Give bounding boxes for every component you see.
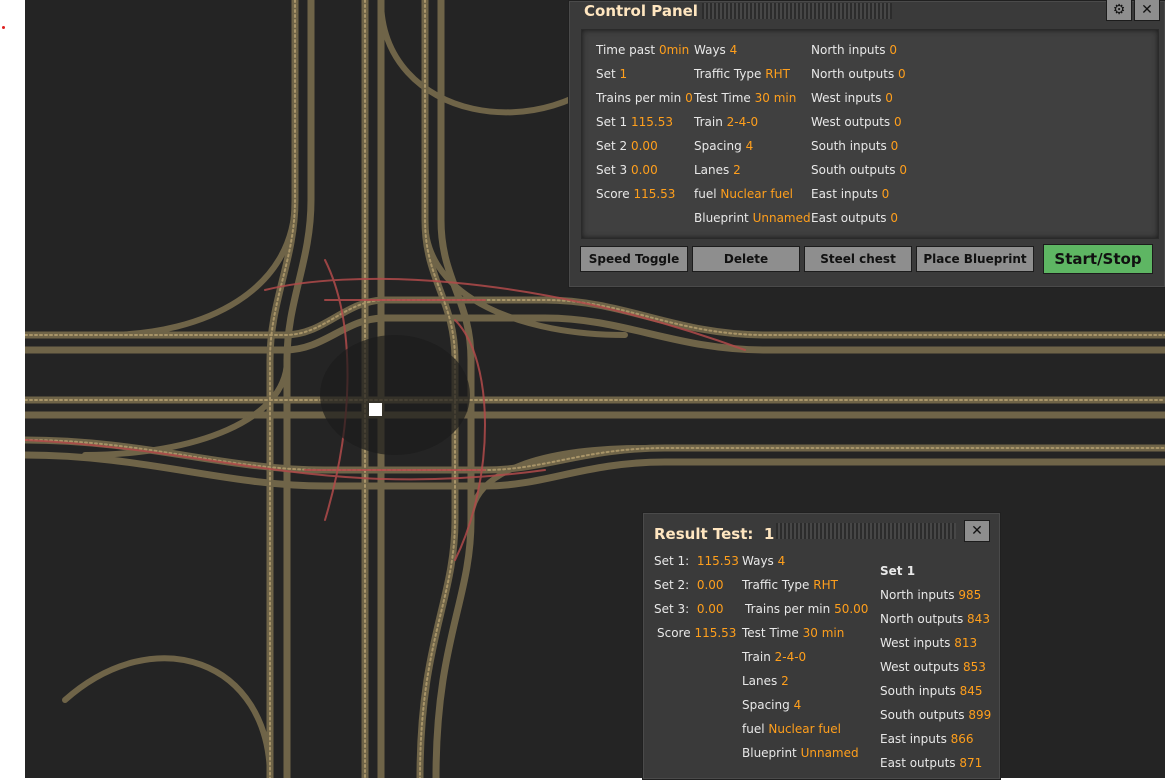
- stat-north-inputs: North inputs 0: [811, 43, 897, 57]
- control-panel: Control Panel ⚙ ✕ Time past 0min Set 1 T…: [568, 0, 1165, 288]
- stat-fuel: fuel Nuclear fuel: [694, 187, 793, 201]
- result-south-outputs: South outputs 899: [880, 708, 992, 722]
- result-spacing: Spacing 4: [742, 698, 802, 712]
- control-panel-title: Control Panel: [584, 2, 698, 20]
- stat-traffic-type: Traffic Type RHT: [694, 67, 790, 81]
- drag-handle[interactable]: [702, 3, 892, 19]
- red-marker-dot: [2, 26, 5, 29]
- result-west-outputs: West outputs 853: [880, 660, 986, 674]
- steel-chest-button[interactable]: Steel chest: [804, 246, 912, 272]
- stat-west-inputs: West inputs 0: [811, 91, 893, 105]
- result-set-1: Set 1: 115.53: [654, 554, 739, 568]
- stat-set-3: Set 3 0.00: [596, 163, 658, 177]
- stat-west-outputs: West outputs 0: [811, 115, 902, 129]
- stat-ways: Ways 4: [694, 43, 738, 57]
- stat-south-inputs: South inputs 0: [811, 139, 899, 153]
- result-score: Score 115.53: [657, 626, 737, 640]
- result-train: Train 2-4-0: [742, 650, 807, 664]
- result-blueprint: Blueprint Unnamed: [742, 746, 859, 760]
- stat-train: Train 2-4-0: [694, 115, 759, 129]
- result-traffic-type: Traffic Type RHT: [742, 578, 838, 592]
- drag-handle[interactable]: [776, 523, 956, 539]
- result-test-time: Test Time 30 min: [742, 626, 845, 640]
- result-south-inputs: South inputs 845: [880, 684, 983, 698]
- stat-trains-per-min: Trains per min 0: [596, 91, 693, 105]
- stat-score: Score 115.53: [596, 187, 676, 201]
- stat-lanes: Lanes 2: [694, 163, 741, 177]
- result-north-inputs: North inputs 985: [880, 588, 982, 602]
- stat-blueprint: Blueprint Unnamed: [694, 211, 811, 225]
- gear-icon[interactable]: ⚙: [1106, 0, 1132, 21]
- result-set-header: Set 1: [880, 564, 916, 578]
- place-blueprint-button[interactable]: Place Blueprint: [916, 246, 1034, 272]
- result-test-panel: Result Test: 1 ✕ Set 1: 115.53 Set 2: 0.…: [642, 512, 1001, 780]
- stat-east-outputs: East outputs 0: [811, 211, 899, 225]
- result-ways: Ways 4: [742, 554, 786, 568]
- result-east-outputs: East outputs 871: [880, 756, 983, 770]
- delete-button[interactable]: Delete: [692, 246, 800, 272]
- result-set-2: Set 2: 0.00: [654, 578, 724, 592]
- stat-test-time: Test Time 30 min: [694, 91, 797, 105]
- stat-set: Set 1: [596, 67, 628, 81]
- result-trains-per-min: Trains per min 50.00: [745, 602, 869, 616]
- stat-time-past: Time past 0min: [596, 43, 690, 57]
- start-stop-button[interactable]: Start/Stop: [1043, 244, 1153, 274]
- stat-south-outputs: South outputs 0: [811, 163, 907, 177]
- stat-spacing: Spacing 4: [694, 139, 754, 153]
- speed-toggle-button[interactable]: Speed Toggle: [580, 246, 688, 272]
- result-east-inputs: East inputs 866: [880, 732, 974, 746]
- stat-north-outputs: North outputs 0: [811, 67, 906, 81]
- close-icon[interactable]: ✕: [964, 520, 990, 542]
- stat-east-inputs: East inputs 0: [811, 187, 890, 201]
- control-panel-stats: Time past 0min Set 1 Trains per min 0 Se…: [581, 29, 1159, 239]
- result-west-inputs: West inputs 813: [880, 636, 978, 650]
- close-icon[interactable]: ✕: [1134, 0, 1160, 21]
- result-set-3: Set 3: 0.00: [654, 602, 724, 616]
- cursor-marker: [369, 403, 382, 416]
- result-north-outputs: North outputs 843: [880, 612, 990, 626]
- result-title: Result Test: 1: [654, 525, 775, 543]
- result-fuel: fuel Nuclear fuel: [742, 722, 841, 736]
- stat-set-2: Set 2 0.00: [596, 139, 658, 153]
- result-lanes: Lanes 2: [742, 674, 789, 688]
- stat-set-1: Set 1 115.53: [596, 115, 673, 129]
